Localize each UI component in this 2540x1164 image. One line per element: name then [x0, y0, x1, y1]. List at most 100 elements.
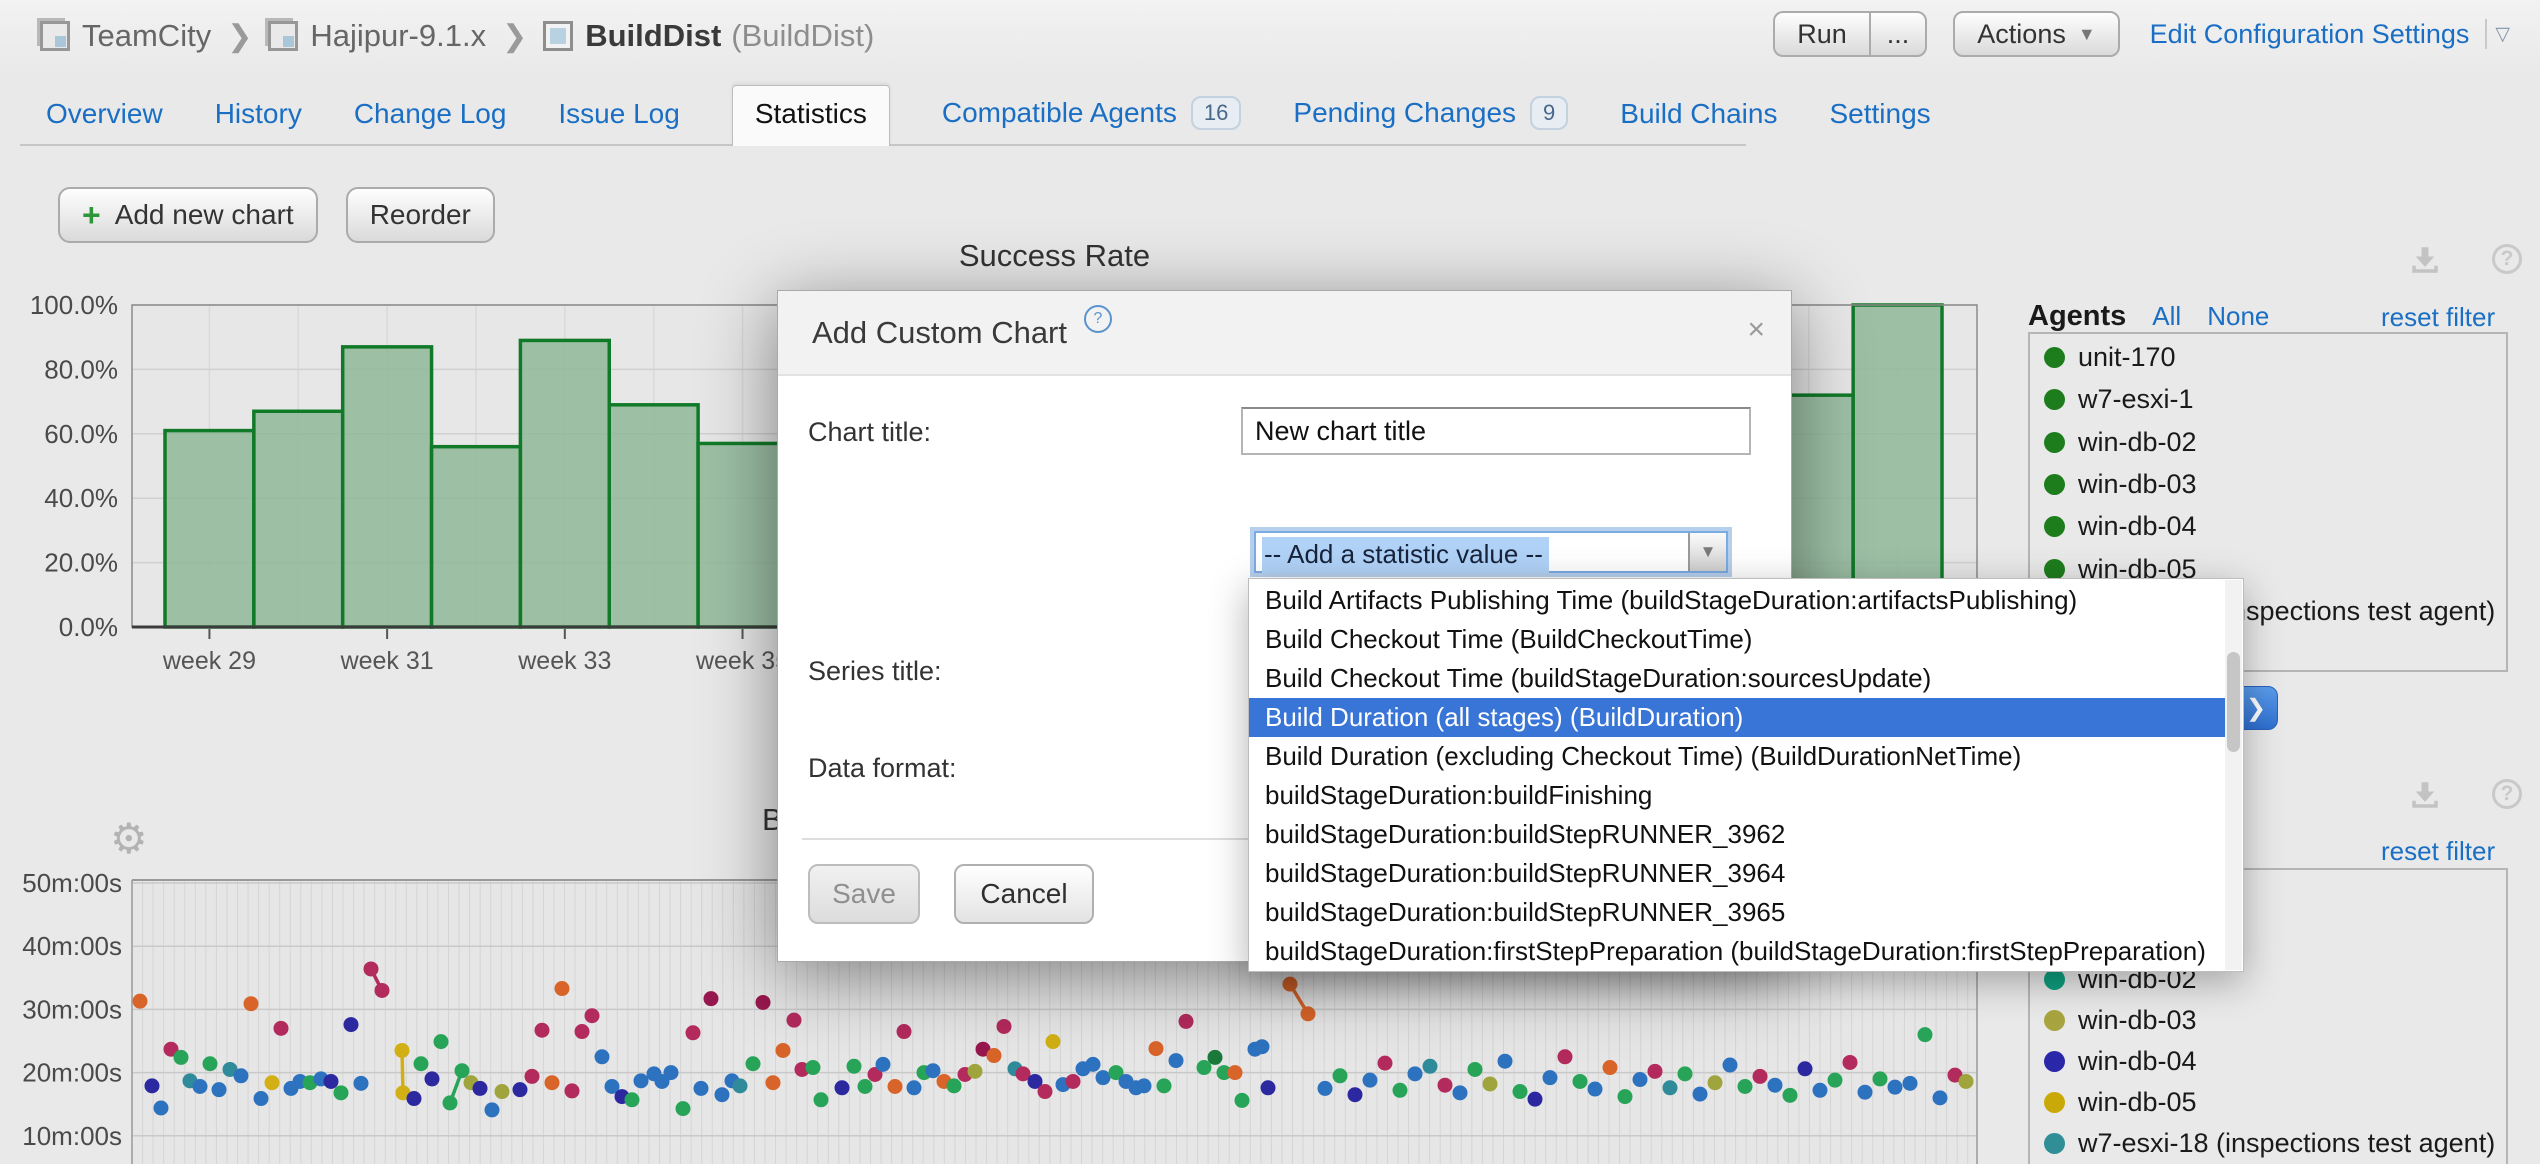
- tab-settings[interactable]: Settings: [1829, 88, 1930, 144]
- actions-button[interactable]: Actions▼: [1953, 11, 2119, 57]
- dropdown-option[interactable]: Build Checkout Time (BuildCheckoutTime): [1249, 620, 2225, 659]
- dropdown-option[interactable]: buildStageDuration:buildStepRUNNER_3964: [1249, 854, 2225, 893]
- svg-text:week 31: week 31: [340, 647, 434, 675]
- agent-name: win-db-05: [2078, 1087, 2197, 1118]
- statistic-value-selected: -- Add a statistic value --: [1262, 537, 1549, 573]
- agent-item[interactable]: win-db-03: [2044, 469, 2197, 500]
- scrollbar-thumb[interactable]: [2227, 652, 2240, 752]
- dropdown-option[interactable]: buildStageDuration:firstStepPreparation …: [1249, 932, 2225, 971]
- reset-filter-link[interactable]: reset filter: [2381, 302, 2495, 333]
- dropdown-option[interactable]: Build Duration (excluding Checkout Time)…: [1249, 737, 2225, 776]
- modal-header: Add Custom Chart ? ×: [778, 291, 1791, 376]
- build-config-icon: [543, 21, 573, 51]
- download-icon[interactable]: [2410, 246, 2440, 274]
- breadcrumb-separator: ❯: [502, 19, 527, 54]
- run-button[interactable]: Run: [1773, 11, 1869, 57]
- modal-title: Add Custom Chart: [812, 315, 1067, 351]
- tab-compatible-agents[interactable]: Compatible Agents16: [942, 86, 1242, 144]
- data-format-label: Data format:: [808, 753, 957, 784]
- agent-item[interactable]: win-db-02: [2044, 427, 2197, 458]
- header-bar: TeamCity ❯ Hajipur-9.1.x ❯ BuildDist (Bu…: [0, 0, 2540, 76]
- agent-item[interactable]: win-db-05: [2044, 1087, 2197, 1118]
- download-icon[interactable]: [2410, 781, 2440, 809]
- tab-build-chains[interactable]: Build Chains: [1620, 88, 1777, 144]
- plus-icon: +: [82, 197, 101, 234]
- run-more-button[interactable]: ...: [1869, 11, 1928, 57]
- svg-text:50m:00s: 50m:00s: [22, 868, 122, 898]
- help-icon[interactable]: ?: [2492, 244, 2522, 274]
- tab-pending-changes[interactable]: Pending Changes9: [1293, 86, 1568, 144]
- project-icon: [268, 21, 298, 51]
- tab-count-badge: 9: [1530, 96, 1568, 130]
- chevron-down-icon: ▼: [2078, 24, 2096, 45]
- edit-configuration-settings-link[interactable]: Edit Configuration Settings: [2150, 19, 2470, 50]
- tab-bar: Overview History Change Log Issue Log Statis…: [20, 84, 1746, 146]
- dropdown-option[interactable]: Build Checkout Time (buildStageDuration:…: [1249, 659, 2225, 698]
- svg-text:40.0%: 40.0%: [44, 483, 118, 513]
- agent-item[interactable]: w7-esxi-1: [2044, 384, 2194, 415]
- agent-status-dot: [2044, 389, 2065, 410]
- header-actions: Run ... Actions▼ Edit Configuration Sett…: [1773, 10, 2510, 58]
- tab-statistics[interactable]: Statistics: [732, 85, 890, 146]
- svg-text:week 35: week 35: [695, 647, 789, 675]
- statistic-value-dropdown: Build Artifacts Publishing Time (buildSt…: [1248, 578, 2244, 972]
- chart-title-input[interactable]: [1241, 407, 1751, 455]
- agent-status-dot: [2044, 1010, 2065, 1031]
- agent-item[interactable]: w7-esxi-18 (inspections test agent): [2044, 1128, 2495, 1159]
- dropdown-option[interactable]: Build Duration (all stages) (BuildDurati…: [1249, 698, 2225, 737]
- svg-text:20m:00s: 20m:00s: [22, 1058, 122, 1088]
- breadcrumb-root[interactable]: TeamCity: [82, 18, 211, 54]
- agent-name: win-db-03: [2078, 1005, 2197, 1036]
- svg-text:20.0%: 20.0%: [44, 548, 118, 578]
- dropdown-option[interactable]: Build Artifacts Publishing Time (buildSt…: [1249, 581, 2225, 620]
- scrollbar[interactable]: [2225, 580, 2242, 970]
- agent-status-dot: [2044, 432, 2065, 453]
- breadcrumb-current-id: (BuildDist): [731, 18, 874, 54]
- agent-status-dot: [2044, 1133, 2065, 1154]
- series-title-label: Series title:: [808, 656, 942, 687]
- breadcrumb: TeamCity ❯ Hajipur-9.1.x ❯ BuildDist (Bu…: [40, 18, 874, 54]
- reorder-button[interactable]: Reorder: [346, 187, 495, 243]
- agents-all-link[interactable]: All: [2152, 301, 2181, 332]
- collapse-arrow-icon[interactable]: ▽: [2495, 23, 2510, 46]
- help-icon[interactable]: ?: [2492, 779, 2522, 809]
- tab-overview[interactable]: Overview: [46, 88, 163, 144]
- agent-status-dot: [2044, 1092, 2065, 1113]
- dropdown-option[interactable]: buildStageDuration:buildStepRUNNER_3962: [1249, 815, 2225, 854]
- tab-change-log[interactable]: Change Log: [354, 88, 507, 144]
- add-new-chart-button[interactable]: +Add new chart: [58, 187, 318, 243]
- agent-status-dot: [2044, 347, 2065, 368]
- agents-none-link[interactable]: None: [2207, 301, 2269, 332]
- close-icon[interactable]: ×: [1747, 313, 1765, 347]
- success-rate-chart-title: Success Rate: [132, 238, 1977, 274]
- svg-text:week 33: week 33: [517, 647, 611, 675]
- agent-item[interactable]: win-db-04: [2044, 511, 2197, 542]
- teamcity-statistics-page: TeamCity ❯ Hajipur-9.1.x ❯ BuildDist (Bu…: [0, 0, 2540, 1164]
- agent-item[interactable]: unit-170: [2044, 342, 2176, 373]
- agent-name: w7-esxi-18 (inspections test agent): [2078, 1128, 2495, 1159]
- cancel-button[interactable]: Cancel: [954, 864, 1094, 924]
- tab-issue-log[interactable]: Issue Log: [558, 88, 679, 144]
- svg-text:100.0%: 100.0%: [30, 290, 118, 320]
- agent-name: unit-170: [2078, 342, 2176, 373]
- agent-item[interactable]: win-db-03: [2044, 1005, 2197, 1036]
- divider: [2485, 19, 2487, 49]
- statistic-value-select[interactable]: -- Add a statistic value -- ▼: [1254, 531, 1728, 573]
- breadcrumb-current: BuildDist: [585, 18, 721, 54]
- svg-text:10m:00s: 10m:00s: [22, 1121, 122, 1151]
- dropdown-option[interactable]: buildStageDuration:buildFinishing: [1249, 776, 2225, 815]
- svg-text:80.0%: 80.0%: [44, 354, 118, 384]
- save-button[interactable]: Save: [808, 864, 920, 924]
- agent-status-dot: [2044, 559, 2065, 580]
- tab-history[interactable]: History: [215, 88, 302, 144]
- breadcrumb-project[interactable]: Hajipur-9.1.x: [310, 18, 486, 54]
- agent-item[interactable]: win-db-04: [2044, 1046, 2197, 1077]
- reset-filter-link[interactable]: reset filter: [2381, 836, 2495, 867]
- help-icon[interactable]: ?: [1084, 305, 1112, 333]
- project-icon: [40, 21, 70, 51]
- svg-text:40m:00s: 40m:00s: [22, 931, 122, 961]
- chevron-down-icon: ▼: [1688, 533, 1726, 571]
- agent-name: win-db-04: [2078, 511, 2197, 542]
- dropdown-option[interactable]: buildStageDuration:buildStepRUNNER_3965: [1249, 893, 2225, 932]
- chart-toolbar: +Add new chart Reorder: [58, 187, 495, 243]
